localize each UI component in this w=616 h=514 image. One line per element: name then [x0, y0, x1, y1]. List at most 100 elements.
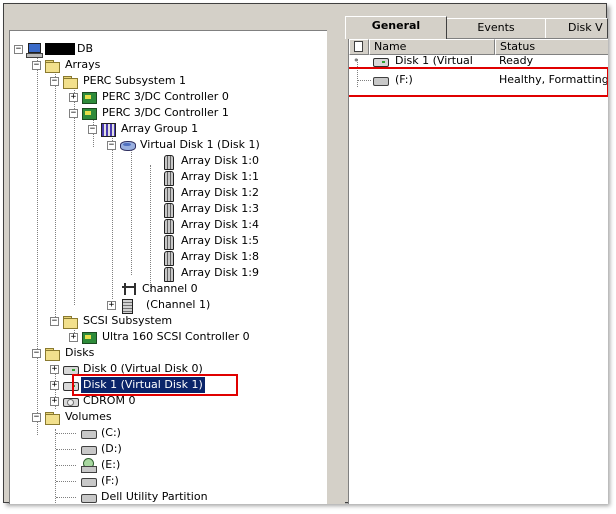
expand-toggle[interactable]: + — [69, 92, 78, 102]
tree-item-controller-1[interactable]: − PERC 3/DC Controller 1 — [69, 105, 231, 121]
tree-item-label: (C:) — [101, 426, 121, 439]
tree-item-volume[interactable]: (F:) — [80, 473, 121, 489]
tree-item-label: Volumes — [65, 410, 112, 423]
tree-item-array-disk[interactable]: Array Disk 1:1 — [160, 169, 261, 186]
volume-icon — [80, 474, 97, 488]
tree-item-controller-0[interactable]: + PERC 3/DC Controller 0 — [69, 89, 231, 105]
tree-item-volume[interactable]: (E:) — [80, 457, 122, 473]
tree-item-array-disk[interactable]: Array Disk 1:4 — [160, 217, 261, 234]
expand-toggle[interactable]: + — [107, 300, 116, 310]
expand-toggle[interactable]: + — [50, 364, 59, 374]
tree-item-label: PERC 3/DC Controller 1 — [102, 106, 229, 119]
tab-events[interactable]: Events — [446, 18, 546, 38]
collapse-toggle[interactable]: − — [32, 412, 41, 422]
tree-item-label: DB — [77, 42, 94, 55]
folder-icon — [44, 346, 60, 361]
expand-toggle[interactable]: + — [50, 380, 59, 390]
tab-general[interactable]: General — [345, 16, 447, 39]
physical-disk-icon — [160, 202, 176, 218]
tree-item-label: Disks — [65, 346, 95, 359]
collapse-toggle[interactable]: − — [32, 348, 41, 358]
tree-item-label: PERC Subsystem 1 — [83, 74, 187, 87]
physical-disk-icon — [160, 266, 176, 282]
tree-item-array-disk[interactable]: Array Disk 1:5 — [160, 233, 261, 250]
redacted-name — [45, 43, 75, 55]
tree-item-disks[interactable]: − Disks — [32, 345, 96, 361]
tree-item-label: Virtual Disk 1 (Disk 1) — [140, 138, 260, 151]
physical-disk-icon — [160, 218, 176, 234]
tree-item-scsi-subsystem[interactable]: − SCSI Subsystem — [50, 313, 174, 329]
collapse-toggle[interactable]: − — [50, 316, 59, 326]
tree-item-label: Array Disk 1:1 — [181, 170, 259, 183]
tree-item-cdrom[interactable]: + CDROM 0 — [50, 393, 137, 409]
tree-item-array-disk[interactable]: Array Disk 1:9 — [160, 265, 261, 282]
tree-item-virtual-disk[interactable]: − Virtual Disk 1 (Disk 1) — [107, 137, 262, 153]
tree-item-label: Array Group 1 — [121, 122, 199, 135]
tree-item-label: (D:) — [101, 442, 122, 455]
tree-item-volume[interactable]: Dell Utility Partition — [80, 489, 210, 504]
tree-item-array-disk[interactable]: Array Disk 1:3 — [160, 201, 261, 218]
tree-item-label: Ultra 160 SCSI Controller 0 — [102, 330, 250, 343]
pane-splitter[interactable] — [327, 4, 345, 504]
tree-item-array-disk[interactable]: Array Disk 1:2 — [160, 185, 261, 202]
expand-toggle[interactable]: + — [50, 396, 59, 406]
tree-item-array-group[interactable]: − Array Group 1 — [88, 121, 200, 137]
tree-item-perc-subsystem[interactable]: − PERC Subsystem 1 — [50, 73, 188, 89]
expand-toggle[interactable]: + — [69, 332, 78, 342]
tree-item-label: (F:) — [101, 474, 119, 487]
collapse-toggle[interactable]: − — [88, 124, 97, 134]
tab-strip: General Events Disk V — [345, 16, 608, 39]
controller-icon — [81, 90, 97, 104]
tree-item-label: Dell Utility Partition — [101, 490, 208, 503]
volume-icon — [80, 426, 97, 440]
app-window: − DB − Arrays − PERC Subsystem 1 + PERC … — [3, 3, 608, 504]
tree-item-arrays[interactable]: − Arrays — [32, 57, 102, 73]
tree-item-label: Channel 0 — [142, 282, 198, 295]
tree-item-label: Array Disk 1:8 — [181, 250, 259, 263]
tree-item-root[interactable]: − DB — [14, 41, 95, 58]
tree-view[interactable]: − DB − Arrays − PERC Subsystem 1 + PERC … — [9, 30, 327, 504]
tab-disk-view[interactable]: Disk V — [545, 18, 608, 38]
collapse-toggle[interactable]: − — [32, 60, 41, 70]
physical-disk-icon — [160, 186, 176, 202]
channel-icon — [121, 282, 137, 296]
tree-item-label: Array Disk 1:3 — [181, 202, 259, 215]
volume-icon — [80, 490, 97, 504]
tree-item-label: SCSI Subsystem — [83, 314, 173, 327]
tree-item-volume[interactable]: (C:) — [80, 425, 123, 441]
array-group-icon — [100, 122, 116, 137]
folder-icon — [62, 74, 78, 89]
tree-item-label: Array Disk 1:5 — [181, 234, 259, 247]
tree-item-channel-1[interactable]: + (Channel 1) — [107, 297, 212, 314]
cd-volume-icon — [80, 458, 97, 473]
folder-icon — [62, 314, 78, 329]
enclosure-icon — [119, 298, 135, 314]
tree-item-label: (Channel 1) — [146, 298, 211, 311]
physical-disk-icon — [160, 170, 176, 186]
tree-item-label: Array Disk 1:4 — [181, 218, 259, 231]
collapse-toggle[interactable]: − — [50, 76, 59, 86]
tree-item-channel-0[interactable]: Channel 0 — [121, 281, 200, 297]
tree-item-label: Arrays — [65, 58, 101, 71]
folder-icon — [44, 58, 60, 73]
physical-disk-icon — [160, 234, 176, 250]
tree-item-ultra-controller[interactable]: + Ultra 160 SCSI Controller 0 — [69, 329, 252, 345]
controller-icon — [81, 330, 97, 344]
computer-icon — [26, 42, 43, 58]
details-list[interactable]: Name Status • Disk 1 (Virtual Ready (F:)… — [348, 38, 608, 504]
tree-item-label: Array Disk 1:9 — [181, 266, 259, 279]
tree-item-label: CDROM 0 — [83, 394, 136, 407]
highlight-box — [349, 67, 608, 97]
tree-item-array-disk[interactable]: Array Disk 1:8 — [160, 249, 261, 266]
volume-icon — [80, 442, 97, 456]
tree-item-label: PERC 3/DC Controller 0 — [102, 90, 229, 103]
collapse-toggle[interactable]: − — [69, 108, 78, 118]
tree-item-label: Array Disk 1:0 — [181, 154, 259, 167]
tree-item-array-disk[interactable]: Array Disk 1:0 — [160, 153, 261, 170]
collapse-toggle[interactable]: − — [14, 44, 23, 54]
tree-item-label: (E:) — [101, 458, 121, 471]
tree-item-volumes[interactable]: − Volumes — [32, 409, 114, 425]
controller-icon — [81, 106, 97, 120]
tree-item-volume[interactable]: (D:) — [80, 441, 124, 457]
collapse-toggle[interactable]: − — [107, 140, 116, 150]
